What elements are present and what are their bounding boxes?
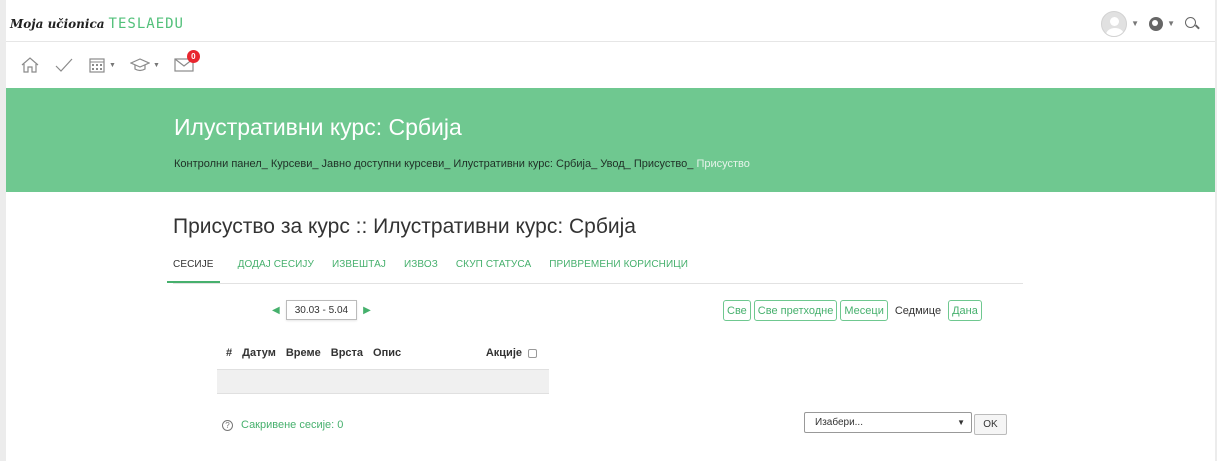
search-icon[interactable]: [1185, 16, 1199, 31]
tab-temporary-users[interactable]: ПРИВРЕМЕНИ КОРИСНИЦИ: [549, 256, 688, 283]
tab-sessions[interactable]: СЕСИЈЕ: [167, 256, 220, 283]
view-filter-buttons: Све Све претходне Месеци Седмице Дана: [723, 300, 982, 321]
column-header-date: Датум: [242, 347, 276, 359]
chevron-down-icon: ▼: [957, 418, 965, 427]
date-navigator: ◀ 30.03 - 5.04 ▶: [272, 300, 371, 320]
breadcrumb: Контролни панел _ Курсеви _ Јавно доступни…: [174, 158, 750, 170]
calendar-icon[interactable]: ▼: [88, 56, 116, 74]
envelope-icon[interactable]: 0: [174, 50, 200, 73]
tab-export[interactable]: ИЗВОЗ: [404, 256, 438, 283]
breadcrumb-item[interactable]: Контролни панел: [174, 158, 262, 170]
ok-button[interactable]: OK: [974, 414, 1007, 435]
prev-arrow-icon[interactable]: ◀: [272, 305, 280, 316]
messages-badge: 0: [186, 50, 200, 63]
page-title: Присуство за курс :: Илустративни курс: …: [173, 215, 636, 238]
next-arrow-icon[interactable]: ▶: [363, 305, 371, 316]
chevron-down-icon: ▼: [152, 61, 160, 69]
view-weeks-current: Седмице: [890, 300, 946, 321]
breadcrumb-current: Присуство: [696, 158, 750, 170]
globe-icon[interactable]: [1149, 16, 1164, 31]
logo-script-text: Moja učionica: [10, 16, 105, 31]
breadcrumb-item[interactable]: Увод: [600, 158, 624, 170]
column-header-time: Време: [285, 347, 321, 359]
chevron-down-icon[interactable]: ▼: [1131, 19, 1139, 28]
breadcrumb-item[interactable]: Илустративни курс: Србија: [453, 158, 591, 170]
view-all-button[interactable]: Све: [723, 300, 751, 321]
action-select-value: Изабери...: [815, 417, 863, 428]
breadcrumb-item[interactable]: Курсеви: [271, 158, 313, 170]
logo-brand-text: TESLAEDU: [108, 15, 184, 32]
breadcrumb-item[interactable]: Јавно доступни курсеви: [322, 158, 445, 170]
page-header: Илустративни курс: Србија Контролни пане…: [6, 88, 1215, 192]
action-select[interactable]: Изабери... ▼: [804, 412, 972, 433]
user-avatar-icon[interactable]: [1101, 10, 1128, 37]
navbar-right: ▼ ▼: [1101, 10, 1199, 37]
course-title: Илустративни курс: Србија: [174, 114, 462, 140]
chevron-down-icon: ▼: [109, 61, 116, 69]
date-range-field[interactable]: 30.03 - 5.04: [285, 300, 358, 320]
view-days-button[interactable]: Дана: [948, 300, 982, 321]
sessions-table-header: # Датум Време Врста Опис Акције: [217, 344, 549, 362]
chevron-down-icon[interactable]: ▼: [1167, 19, 1175, 28]
column-header-type: Врста: [330, 347, 364, 359]
hidden-sessions: ? Сакривене сесије: 0: [222, 419, 343, 431]
icon-toolbar: ▼ ▼ 0: [6, 42, 1215, 88]
select-all-checkbox[interactable]: [528, 348, 537, 358]
top-navbar: Moja učionica TESLAEDU ▼ ▼: [6, 6, 1215, 42]
column-header-actions: Акције: [485, 347, 522, 359]
check-icon[interactable]: [54, 56, 74, 74]
column-header-number: #: [226, 347, 233, 359]
view-months-button[interactable]: Месеци: [840, 300, 888, 321]
site-logo[interactable]: Moja učionica TESLAEDU: [10, 16, 184, 32]
tab-status-set[interactable]: СКУП СТАТУСА: [456, 256, 531, 283]
home-icon[interactable]: [20, 56, 40, 74]
help-icon[interactable]: ?: [222, 419, 233, 431]
column-header-description: Опис: [373, 347, 402, 359]
hidden-sessions-link[interactable]: Сакривене сесије: 0: [241, 419, 343, 431]
tab-report[interactable]: ИЗВЕШТАЈ: [332, 256, 386, 283]
view-all-past-button[interactable]: Све претходне: [753, 300, 838, 321]
tab-add-session[interactable]: ДОДАЈ СЕСИЈУ: [238, 256, 314, 283]
graduation-cap-icon[interactable]: ▼: [129, 56, 160, 74]
breadcrumb-item[interactable]: Присуство: [634, 158, 687, 170]
attendance-tabs: СЕСИЈЕ ДОДАЈ СЕСИЈУ ИЗВЕШТАЈ ИЗВОЗ СКУП …: [167, 256, 1023, 284]
table-row: [217, 369, 549, 394]
